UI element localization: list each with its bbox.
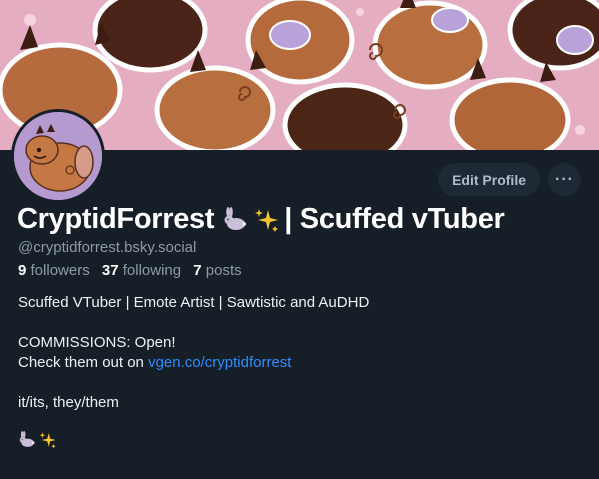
following-count: 37 bbox=[101, 262, 119, 279]
following-link[interactable]: 37 following bbox=[102, 262, 181, 279]
sparkles-emoji-icon bbox=[254, 207, 280, 233]
bio-emoji-line bbox=[18, 431, 369, 455]
following-label: following bbox=[122, 262, 182, 279]
commission-link[interactable]: vgen.co/cryptidforrest bbox=[148, 354, 291, 371]
rabbit-emoji-icon bbox=[222, 206, 248, 233]
profile-actions: Edit Profile ··· bbox=[438, 163, 581, 196]
followers-count: 9 bbox=[18, 262, 27, 279]
rabbit-emoji-icon bbox=[18, 431, 36, 455]
bio-line-1: Scuffed VTuber | Emote Artist | Sawtisti… bbox=[18, 294, 370, 311]
display-name-text: CryptidForrest bbox=[17, 203, 215, 235]
avatar[interactable] bbox=[11, 109, 105, 203]
profile-handle: @cryptidforrest.bsky.social bbox=[18, 239, 197, 256]
profile-bio: Scuffed VTuber | Emote Artist | Sawtisti… bbox=[18, 293, 369, 453]
followers-link[interactable]: 9 followers bbox=[18, 262, 90, 279]
sparkles-emoji-icon bbox=[39, 431, 57, 455]
posts-count: 7 bbox=[193, 262, 202, 279]
bio-line-3-prefix: Check them out on bbox=[18, 354, 149, 371]
edit-profile-button[interactable]: Edit Profile bbox=[438, 163, 540, 196]
posts-stat: 7 posts bbox=[193, 262, 241, 279]
posts-label: posts bbox=[205, 262, 242, 279]
followers-label: followers bbox=[30, 262, 90, 279]
profile-stats: 9 followers 37 following 7 posts bbox=[18, 262, 242, 279]
bio-line-4: it/its, they/them bbox=[18, 394, 119, 411]
bio-line-2: COMMISSIONS: Open! bbox=[18, 334, 176, 351]
ellipsis-icon: ··· bbox=[555, 170, 574, 188]
display-name: CryptidForrest | Scuffed vTuber bbox=[17, 203, 505, 236]
avatar-image bbox=[14, 112, 102, 200]
display-name-suffix: | Scuffed vTuber bbox=[284, 203, 505, 235]
bio-line-3: Check them out on vgen.co/cryptidforrest bbox=[18, 353, 369, 373]
more-options-button[interactable]: ··· bbox=[548, 163, 581, 196]
